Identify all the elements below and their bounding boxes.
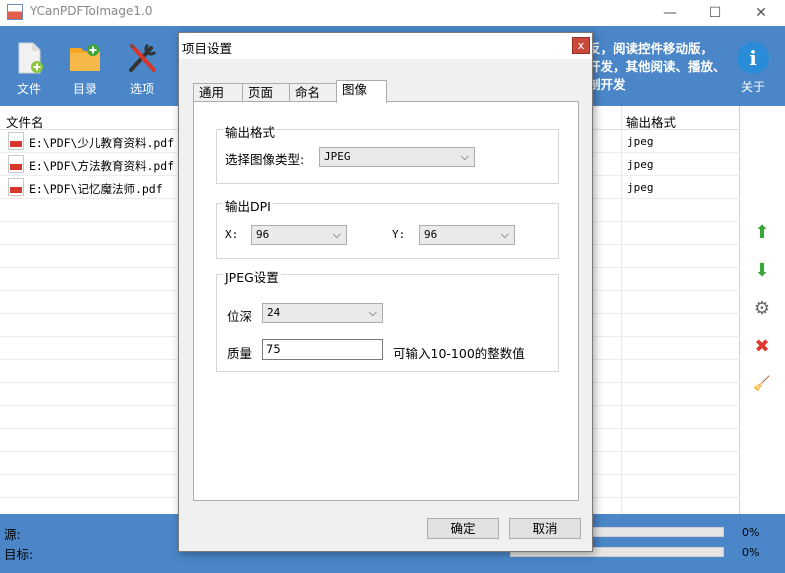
target-label: 目标:	[4, 547, 34, 562]
minimize-button[interactable]: —	[647, 0, 693, 26]
banner-text: 反，阅读控件移动版， 开发，其他阅读、播放、 制开发	[588, 40, 728, 94]
file-button-label: 文件	[16, 82, 41, 96]
maximize-button[interactable]: ☐	[692, 0, 738, 26]
quality-input[interactable]: 75	[262, 339, 383, 360]
bit-depth-label: 位深	[227, 309, 253, 324]
add-folder-icon	[67, 40, 103, 76]
dialog-title-bar: 项目设置 x	[179, 33, 592, 59]
output-format-group: 输出格式 选择图像类型: JPEG ⌵	[216, 122, 559, 184]
image-type-label: 选择图像类型:	[225, 152, 305, 167]
jpeg-settings-group: JPEG设置 位深 24 ⌵ 质量 75 可输入10-100的整数值	[216, 267, 559, 372]
dpi-x-value: 96	[256, 228, 270, 241]
options-button-label: 选项	[129, 82, 154, 96]
add-file-icon	[11, 40, 47, 76]
file-name: E:\PDF\记忆魔法师.pdf	[29, 182, 163, 196]
banner-line: 反，阅读控件移动版，	[588, 41, 714, 56]
remove-icon[interactable]: ✖	[751, 336, 773, 358]
directory-button[interactable]: 目录	[62, 40, 108, 97]
file-format: jpeg	[627, 158, 654, 171]
chevron-down-icon: ⌵	[500, 228, 509, 241]
tab-image[interactable]: 图像	[336, 80, 387, 103]
banner-line: 制开发	[588, 77, 626, 92]
arrow-down-icon[interactable]: ⬇	[751, 260, 773, 282]
pdf-file-icon	[8, 132, 24, 150]
dpi-y-select[interactable]: 96 ⌵	[419, 225, 515, 245]
file-name: E:\PDF\方法教育资料.pdf	[29, 159, 175, 173]
source-label: 源:	[4, 527, 21, 542]
dialog-title: 项目设置	[182, 41, 233, 56]
tab-naming[interactable]: 命名	[289, 83, 337, 103]
output-dpi-legend: 输出DPI	[223, 196, 273, 215]
pdf-file-icon	[8, 178, 24, 196]
chevron-down-icon: ⌵	[332, 228, 341, 241]
ok-button[interactable]: 确定	[427, 518, 499, 539]
chevron-down-icon: ⌵	[368, 306, 377, 319]
directory-button-label: 目录	[72, 82, 97, 96]
project-settings-dialog: 项目设置 x 通用 页面 命名 图像 输出格式 选择图像类型: JPEG ⌵ 输…	[178, 32, 593, 552]
about-button-label: 关于	[740, 80, 765, 94]
file-name: E:\PDF\少儿教育资料.pdf	[29, 136, 175, 150]
gear-icon[interactable]: ⚙	[751, 298, 773, 320]
file-button[interactable]: 文件	[6, 40, 52, 97]
file-format: jpeg	[627, 181, 654, 194]
title-bar: YCanPDFToImage1.0 — ☐ ✕	[0, 0, 785, 26]
tools-icon	[124, 40, 160, 76]
pdf-file-icon	[8, 155, 24, 173]
info-icon: i	[737, 42, 769, 74]
tab-page[interactable]: 页面	[242, 83, 290, 103]
dpi-x-label: X:	[225, 228, 239, 241]
chevron-down-icon: ⌵	[460, 150, 469, 163]
image-type-value: JPEG	[324, 150, 351, 163]
quality-label: 质量	[227, 346, 253, 361]
close-button[interactable]: ✕	[738, 0, 784, 26]
source-progress-text: 0%	[742, 526, 760, 539]
target-progress-text: 0%	[742, 546, 760, 559]
dialog-close-button[interactable]: x	[572, 37, 590, 54]
dpi-y-value: 96	[424, 228, 438, 241]
jpeg-settings-legend: JPEG设置	[223, 267, 281, 286]
column-header-format[interactable]: 输出格式	[626, 112, 676, 131]
output-dpi-group: 输出DPI X: 96 ⌵ Y: 96 ⌵	[216, 196, 559, 259]
banner-line: 开发，其他阅读、播放、	[588, 59, 726, 74]
side-toolbar: ⬆ ⬇ ⚙ ✖ 🧹	[741, 106, 785, 514]
quality-hint: 可输入10-100的整数值	[393, 346, 525, 361]
options-button[interactable]: 选项	[119, 40, 165, 97]
file-format: jpeg	[627, 135, 654, 148]
app-icon	[7, 4, 23, 20]
column-header-filename[interactable]: 文件名	[6, 112, 44, 131]
dpi-y-label: Y:	[392, 228, 406, 241]
bit-depth-select[interactable]: 24 ⌵	[262, 303, 383, 323]
about-button[interactable]: i 关于	[730, 42, 776, 95]
dpi-x-select[interactable]: 96 ⌵	[251, 225, 347, 245]
app-title: YCanPDFToImage1.0	[30, 4, 153, 18]
clear-icon[interactable]: 🧹	[751, 373, 773, 395]
tab-general[interactable]: 通用	[193, 83, 243, 103]
image-tab-panel: 输出格式 选择图像类型: JPEG ⌵ 输出DPI X: 96 ⌵ Y: 96 …	[193, 101, 579, 501]
bit-depth-value: 24	[267, 306, 281, 319]
output-format-legend: 输出格式	[223, 122, 278, 141]
arrow-up-icon[interactable]: ⬆	[751, 222, 773, 244]
image-type-select[interactable]: JPEG ⌵	[319, 147, 475, 167]
cancel-button[interactable]: 取消	[509, 518, 581, 539]
